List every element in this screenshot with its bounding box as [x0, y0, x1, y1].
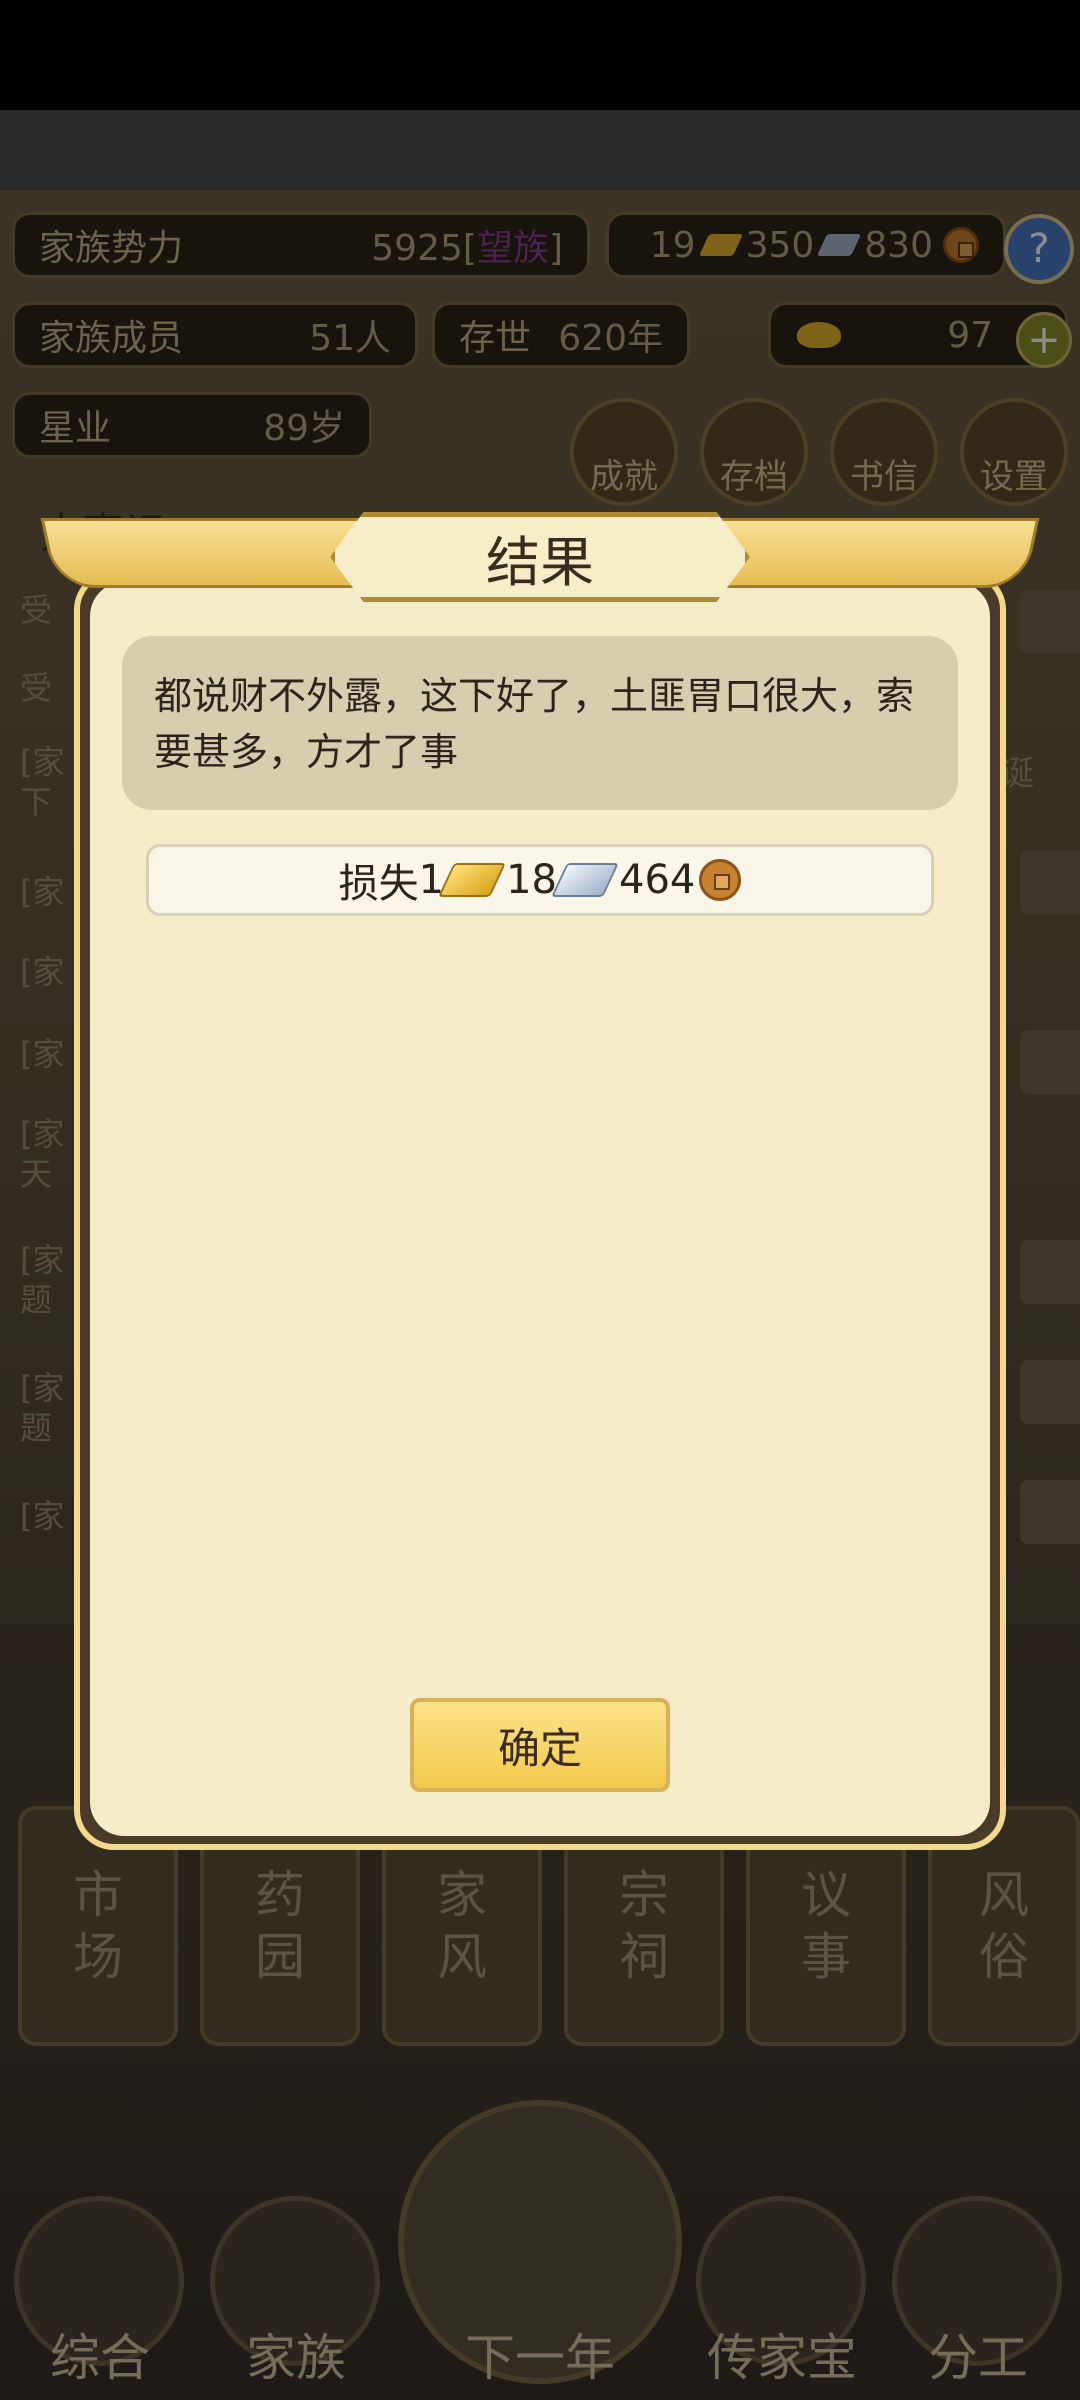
confirm-button[interactable]: 确定 [410, 1698, 670, 1792]
loss-copper: 464 [619, 857, 696, 903]
loss-label: 损失 [338, 861, 419, 907]
dialog-title: 结果 [330, 512, 750, 602]
loss-silver: 18 [506, 857, 557, 903]
silver-ingot-icon [551, 863, 619, 897]
loss-summary: 损失 1 18 464 [146, 844, 934, 916]
gold-ingot-icon [438, 863, 507, 897]
status-bar [0, 0, 1080, 110]
result-message: 都说财不外露，这下好了，土匪胃口很大，索要甚多，方才了事 [122, 636, 958, 810]
copper-coin-icon [699, 859, 742, 901]
